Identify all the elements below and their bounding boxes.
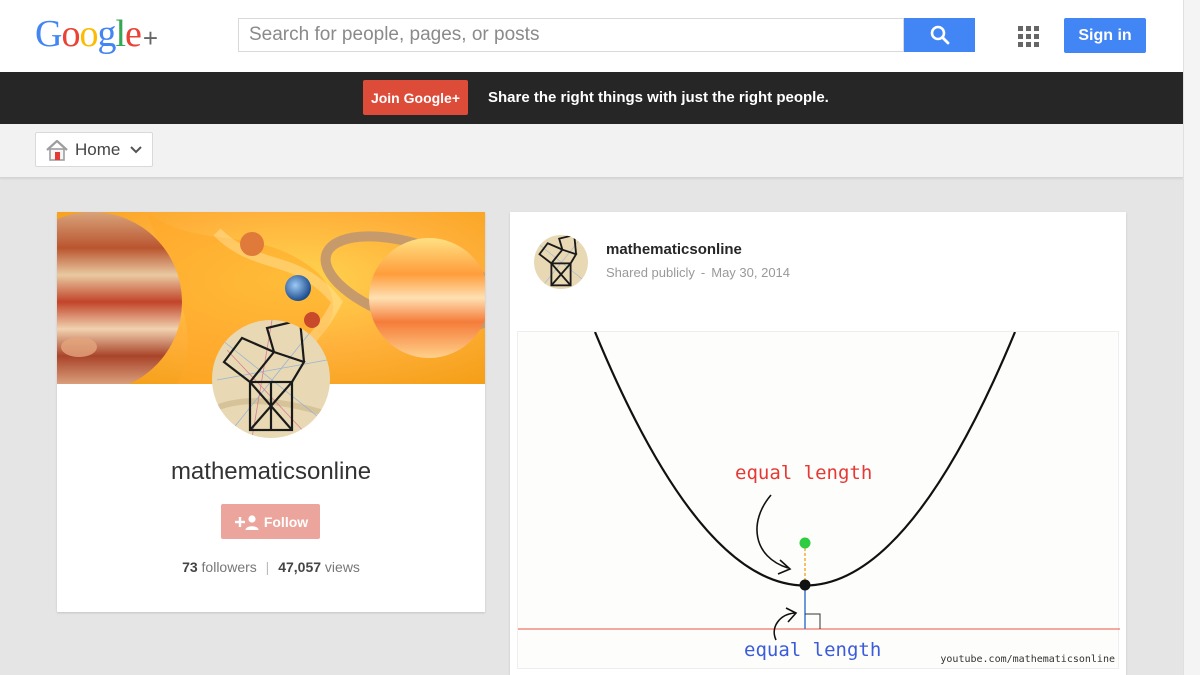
pythagoras-avatar-image	[212, 320, 330, 438]
logo-plus: +	[142, 23, 158, 53]
top-bar: Google+ Sign in	[0, 0, 1183, 72]
post-card: mathematicsonline Shared publicly - May 30…	[510, 212, 1126, 675]
label-equal-length-top: equal length	[735, 462, 872, 484]
post-author-name[interactable]: mathematicsonline	[606, 241, 742, 258]
post-meta: Shared publicly - May 30, 2014	[606, 265, 790, 280]
join-google-plus-button[interactable]: Join Google+	[363, 80, 468, 115]
views-count: 47,057	[278, 559, 322, 575]
pythagoras-avatar-image	[534, 235, 588, 289]
followers-label: followers	[201, 559, 257, 575]
nav-strip: Home	[0, 124, 1183, 178]
meta-separator: -	[700, 265, 706, 280]
home-label: Home	[75, 139, 121, 159]
label-equal-length-bottom: equal length	[744, 639, 881, 661]
search-input[interactable]	[239, 19, 903, 51]
apps-grid-icon[interactable]	[1018, 26, 1039, 47]
profile-stats: 73 followers | 47,057 views	[57, 559, 485, 575]
post-visibility[interactable]: Shared publicly	[606, 265, 695, 280]
page-scrollbar[interactable]	[1183, 0, 1200, 675]
home-dropdown[interactable]: Home	[35, 132, 153, 167]
follow-button[interactable]: Follow	[221, 504, 320, 539]
profile-avatar[interactable]	[212, 320, 330, 438]
home-icon	[46, 139, 68, 161]
promo-banner: Join Google+ Share the right things with…	[0, 72, 1183, 124]
vertex-point	[799, 579, 811, 591]
chevron-down-icon	[130, 145, 143, 153]
google-plus-logo[interactable]: Google+	[35, 12, 158, 56]
sign-in-button[interactable]: Sign in	[1064, 18, 1146, 53]
add-person-icon	[234, 514, 259, 530]
followers-count: 73	[182, 559, 198, 575]
media-watermark: youtube.com/mathematicsonline	[940, 654, 1115, 665]
profile-name[interactable]: mathematicsonline	[57, 458, 485, 486]
follow-label: Follow	[263, 513, 309, 530]
logo-wordmark: G	[35, 13, 62, 55]
search-box	[238, 18, 904, 52]
post-author-avatar[interactable]	[534, 235, 588, 289]
views-label: views	[324, 559, 360, 575]
profile-card: mathematicsonline Follow 73 followers | …	[57, 212, 485, 612]
stats-separator: |	[265, 559, 270, 575]
post-media[interactable]: equal length equal length youtube.com/ma…	[517, 331, 1120, 669]
search-button[interactable]	[904, 18, 975, 52]
search-icon	[930, 25, 949, 45]
post-date[interactable]: May 30, 2014	[711, 265, 790, 280]
promo-tagline: Share the right things with just the rig…	[488, 89, 829, 106]
parabola-diagram: equal length equal length youtube.com/ma…	[518, 331, 1120, 665]
focus-point	[799, 537, 811, 549]
